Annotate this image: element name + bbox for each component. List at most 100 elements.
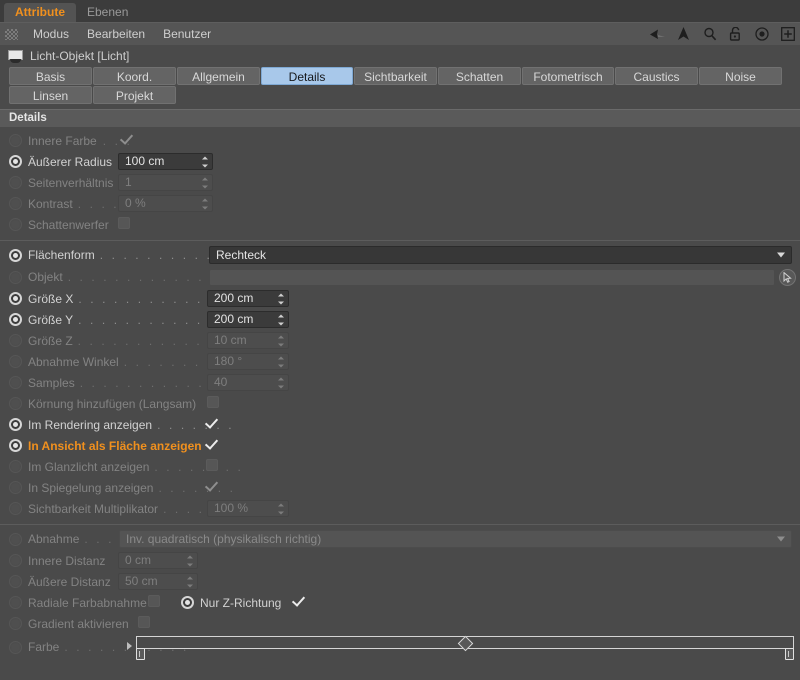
row-innere-farbe[interactable]: Innere Farbe . . . <box>0 130 800 151</box>
field-groesse-z[interactable]: 10 cm <box>207 332 289 349</box>
tab-linsen[interactable]: Linsen <box>9 86 92 104</box>
dropdown-flaechenform[interactable]: Rechteck <box>209 246 792 264</box>
expand-arrow-icon[interactable] <box>127 642 132 650</box>
toggle-dot-aeussere-distanz[interactable] <box>9 575 22 588</box>
toggle-dot-im-glanzlicht-anzeigen[interactable] <box>9 460 22 473</box>
tab-allgemein[interactable]: Allgemein <box>177 67 260 85</box>
checkbox-in-ansicht-als-flaeche-anzeigen[interactable] <box>206 438 218 450</box>
spinner-icon[interactable] <box>201 198 208 209</box>
spinner-icon[interactable] <box>201 156 208 167</box>
toggle-dot-kontrast[interactable] <box>9 197 22 210</box>
menu-modus[interactable]: Modus <box>24 23 78 45</box>
tab-noise[interactable]: Noise <box>699 67 782 85</box>
toggle-dot-innere-farbe[interactable] <box>9 134 22 147</box>
checkbox-innere-farbe[interactable] <box>121 133 133 145</box>
field-aeussere-distanz[interactable]: 50 cm <box>118 573 198 590</box>
toggle-dot-nur-z-richtung[interactable] <box>181 596 194 609</box>
row-seitenverhaeltnis[interactable]: Seitenverhältnis 1 <box>0 172 800 193</box>
toggle-dot-im-rendering-anzeigen[interactable] <box>9 418 22 431</box>
tab-basis[interactable]: Basis <box>9 67 92 85</box>
search-icon[interactable] <box>701 26 718 43</box>
toggle-dot-in-ansicht-als-flaeche-anzeigen[interactable] <box>9 439 22 452</box>
tab-fotometrisch[interactable]: Fotometrisch <box>522 67 614 85</box>
toggle-dot-gradient-aktivieren[interactable] <box>9 617 22 630</box>
row-groesse-y[interactable]: Größe Y . . . . . . . . . . . . . . . . … <box>0 309 800 330</box>
toggle-dot-koernung[interactable] <box>9 397 22 410</box>
checkbox-schattenwerfer[interactable] <box>118 217 130 229</box>
target-icon[interactable] <box>753 26 770 43</box>
toggle-dot-samples[interactable] <box>9 376 22 389</box>
gradient-diamond-marker[interactable] <box>458 636 474 652</box>
lock-icon[interactable] <box>727 26 744 43</box>
row-in-ansicht-als-flaeche-anzeigen[interactable]: In Ansicht als Fläche anzeigen <box>0 435 800 456</box>
up-arrow-icon[interactable] <box>675 26 692 43</box>
field-samples[interactable]: 40 <box>207 374 289 391</box>
toggle-dot-in-spiegelung-anzeigen[interactable] <box>9 481 22 494</box>
row-objekt[interactable]: Objekt . . . . . . . . . . . . . . . . .… <box>0 266 800 288</box>
field-groesse-y[interactable]: 200 cm <box>207 311 289 328</box>
checkbox-in-spiegelung-anzeigen[interactable] <box>206 480 218 492</box>
toggle-dot-ausserer-radius[interactable] <box>9 155 22 168</box>
menu-bearbeiten[interactable]: Bearbeiten <box>78 23 154 45</box>
spinner-icon[interactable] <box>277 377 284 388</box>
field-objekt-link[interactable] <box>209 269 775 286</box>
toggle-dot-flaechenform[interactable] <box>9 249 22 262</box>
row-innere-distanz[interactable]: Innere Distanz 0 cm <box>0 550 800 571</box>
toggle-dot-objekt[interactable] <box>9 271 22 284</box>
row-aeussere-distanz[interactable]: Äußere Distanz 50 cm <box>0 571 800 592</box>
checkbox-im-glanzlicht-anzeigen[interactable] <box>206 459 218 471</box>
toggle-dot-abnahme[interactable] <box>9 533 22 546</box>
gradient-color-knob-left[interactable] <box>136 648 145 660</box>
toggle-dot-seitenverhaeltnis[interactable] <box>9 176 22 189</box>
field-seitenverhaeltnis[interactable]: 1 <box>118 174 213 191</box>
field-kontrast[interactable]: 0 % <box>118 195 213 212</box>
toggle-dot-farbe[interactable] <box>9 641 22 654</box>
tab-ebenen[interactable]: Ebenen <box>76 3 139 22</box>
field-abnahme-winkel[interactable]: 180 ° <box>207 353 289 370</box>
row-abnahme-winkel[interactable]: Abnahme Winkel . . . . . . . . . . . . 1… <box>0 351 800 372</box>
tab-sichtbarkeit[interactable]: Sichtbarkeit <box>354 67 437 85</box>
row-groesse-x[interactable]: Größe X . . . . . . . . . . . . . . . . … <box>0 288 800 309</box>
tab-projekt[interactable]: Projekt <box>93 86 176 104</box>
checkbox-im-rendering-anzeigen[interactable] <box>206 417 218 429</box>
row-im-rendering-anzeigen[interactable]: Im Rendering anzeigen . . . . . . . <box>0 414 800 435</box>
row-groesse-z[interactable]: Größe Z . . . . . . . . . . . . . . . . … <box>0 330 800 351</box>
tab-caustics[interactable]: Caustics <box>615 67 698 85</box>
toggle-dot-groesse-z[interactable] <box>9 334 22 347</box>
checkbox-radiale-farbabnahme[interactable] <box>148 595 160 607</box>
checkbox-nur-z-richtung[interactable] <box>293 595 305 607</box>
plus-icon[interactable] <box>779 26 796 43</box>
row-schattenwerfer[interactable]: Schattenwerfer <box>0 214 800 235</box>
checkbox-koernung[interactable] <box>207 396 219 408</box>
row-im-glanzlicht-anzeigen[interactable]: Im Glanzlicht anzeigen . . . . . . . . <box>0 456 800 477</box>
spinner-icon[interactable] <box>277 503 284 514</box>
row-kontrast[interactable]: Kontrast . . . . . . . 0 % <box>0 193 800 214</box>
toggle-dot-groesse-y[interactable] <box>9 313 22 326</box>
row-in-spiegelung-anzeigen[interactable]: In Spiegelung anzeigen . . . . . . . <box>0 477 800 498</box>
row-samples[interactable]: Samples . . . . . . . . . . . . . . . . … <box>0 372 800 393</box>
row-koernung-hinzufuegen[interactable]: Körnung hinzufügen (Langsam) <box>0 393 800 414</box>
spinner-icon[interactable] <box>277 314 284 325</box>
field-groesse-x[interactable]: 200 cm <box>207 290 289 307</box>
grip-dots-icon[interactable] <box>5 29 18 40</box>
toggle-dot-radiale-farbabnahme[interactable] <box>9 596 22 609</box>
toggle-dot-sichtbarkeit-multiplikator[interactable] <box>9 502 22 515</box>
menu-benutzer[interactable]: Benutzer <box>154 23 220 45</box>
spinner-icon[interactable] <box>186 555 193 566</box>
gradient-color-knob-right[interactable] <box>785 648 794 660</box>
spinner-icon[interactable] <box>186 576 193 587</box>
toggle-dot-innere-distanz[interactable] <box>9 554 22 567</box>
row-ausserer-radius[interactable]: Äußerer Radius 100 cm <box>0 151 800 172</box>
toggle-dot-schattenwerfer[interactable] <box>9 218 22 231</box>
spinner-icon[interactable] <box>277 356 284 367</box>
row-sichtbarkeit-multiplikator[interactable]: Sichtbarkeit Multiplikator . . . . . 100… <box>0 498 800 519</box>
gradient-editor[interactable] <box>136 636 794 649</box>
toggle-dot-groesse-x[interactable] <box>9 292 22 305</box>
back-arrow-icon[interactable] <box>649 26 666 43</box>
pointer-cursor-icon[interactable] <box>779 269 796 286</box>
row-gradient-aktivieren[interactable]: Gradient aktivieren <box>0 613 800 634</box>
toggle-dot-abnahme-winkel[interactable] <box>9 355 22 368</box>
spinner-icon[interactable] <box>277 335 284 346</box>
field-innere-distanz[interactable]: 0 cm <box>118 552 198 569</box>
dropdown-abnahme[interactable]: Inv. quadratisch (physikalisch richtig) <box>119 530 792 548</box>
